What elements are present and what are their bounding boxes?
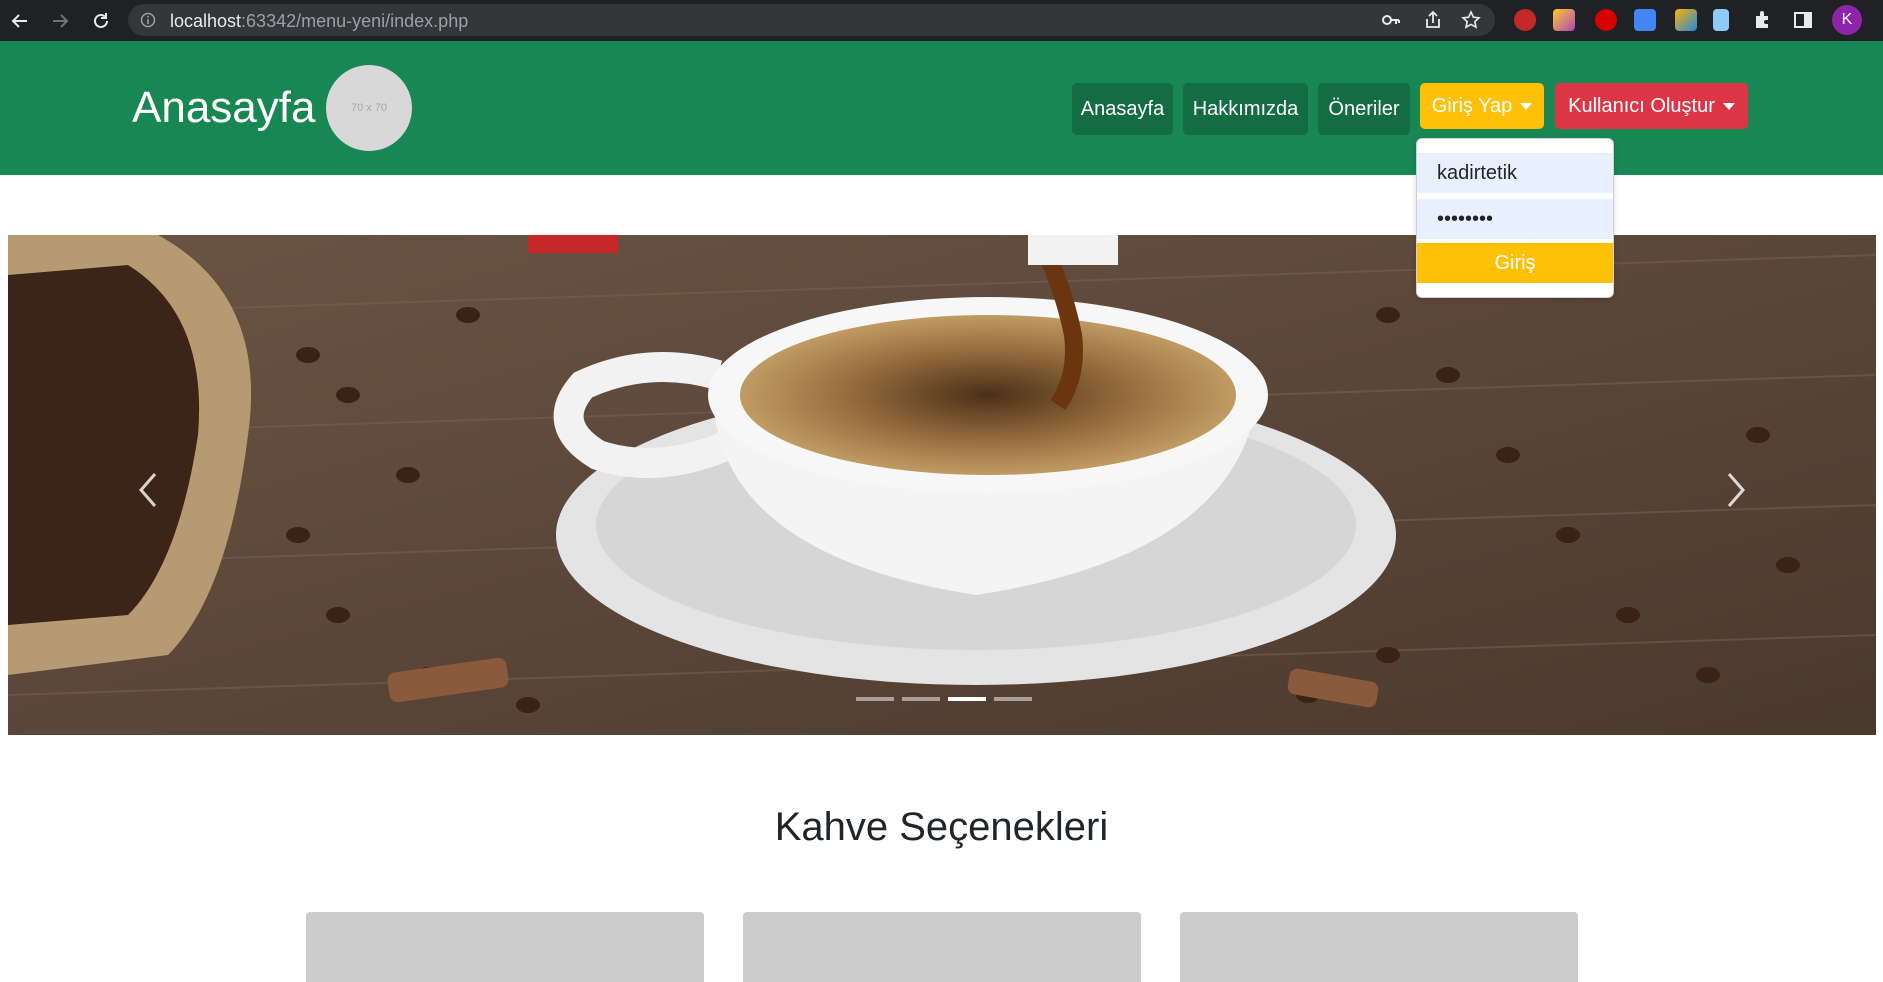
carousel-indicator-3[interactable]: [948, 697, 986, 701]
register-dropdown-label: Kullanıcı Oluştur: [1568, 94, 1715, 117]
coffee-card[interactable]: [743, 912, 1141, 982]
section-title: Kahve Seçenekleri: [774, 805, 1109, 849]
carousel-next-button[interactable]: [1716, 460, 1756, 520]
login-dropdown-menu: Giriş: [1416, 138, 1614, 298]
password-input[interactable]: [1417, 199, 1613, 239]
coffee-slide-image: [8, 235, 1876, 735]
username-input[interactable]: [1417, 153, 1613, 193]
logo-placeholder: 70 x 70: [326, 65, 412, 151]
login-dropdown-label: Giriş Yap: [1431, 94, 1513, 117]
nav-oneriler-button[interactable]: Öneriler: [1318, 83, 1410, 135]
site-info-icon[interactable]: [140, 12, 156, 28]
profile-avatar[interactable]: K: [1832, 5, 1862, 35]
caret-down-icon: [1520, 102, 1533, 110]
carousel-indicator-4[interactable]: [994, 697, 1032, 701]
coffee-card[interactable]: [1180, 912, 1578, 982]
brand-title[interactable]: Anasayfa: [132, 83, 315, 133]
browser-toolbar: localhost:63342/menu-yeni/index.php K: [0, 0, 1883, 41]
back-arrow-icon[interactable]: [5, 6, 35, 36]
share-icon[interactable]: [1423, 10, 1443, 30]
key-icon[interactable]: [1381, 10, 1401, 30]
extension-translate-icon[interactable]: [1634, 9, 1656, 31]
extensions-puzzle-icon[interactable]: [1752, 9, 1774, 31]
carousel-indicators: [856, 697, 1032, 701]
url-text[interactable]: localhost:63342/menu-yeni/index.php: [170, 11, 468, 32]
login-dropdown-button[interactable]: Giriş Yap: [1420, 83, 1544, 129]
extension-color-icon[interactable]: [1675, 9, 1697, 31]
extension-t-icon[interactable]: [1514, 9, 1536, 31]
carousel-prev-button[interactable]: [128, 460, 168, 520]
caret-down-icon: [1722, 102, 1735, 110]
forward-arrow-icon[interactable]: [45, 6, 75, 36]
address-bar[interactable]: localhost:63342/menu-yeni/index.php: [128, 4, 1495, 36]
reload-icon[interactable]: [86, 6, 116, 36]
carousel: [8, 235, 1876, 735]
extension-shield-icon[interactable]: [1595, 9, 1617, 31]
extension-pen-icon[interactable]: [1553, 9, 1575, 31]
nav-hakkimizda-button[interactable]: Hakkımızda: [1183, 83, 1308, 135]
carousel-indicator-2[interactable]: [902, 697, 940, 701]
register-dropdown-button[interactable]: Kullanıcı Oluştur: [1555, 83, 1748, 129]
nav-anasayfa-button[interactable]: Anasayfa: [1072, 83, 1173, 135]
extension-doc-icon[interactable]: [1713, 9, 1729, 31]
coffee-card[interactable]: [306, 912, 704, 982]
side-panel-icon[interactable]: [1792, 9, 1814, 31]
carousel-indicator-1[interactable]: [856, 697, 894, 701]
star-icon[interactable]: [1461, 10, 1481, 30]
chevron-left-icon: [139, 473, 157, 507]
login-submit-button[interactable]: Giriş: [1417, 243, 1613, 283]
chevron-right-icon: [1727, 473, 1745, 507]
